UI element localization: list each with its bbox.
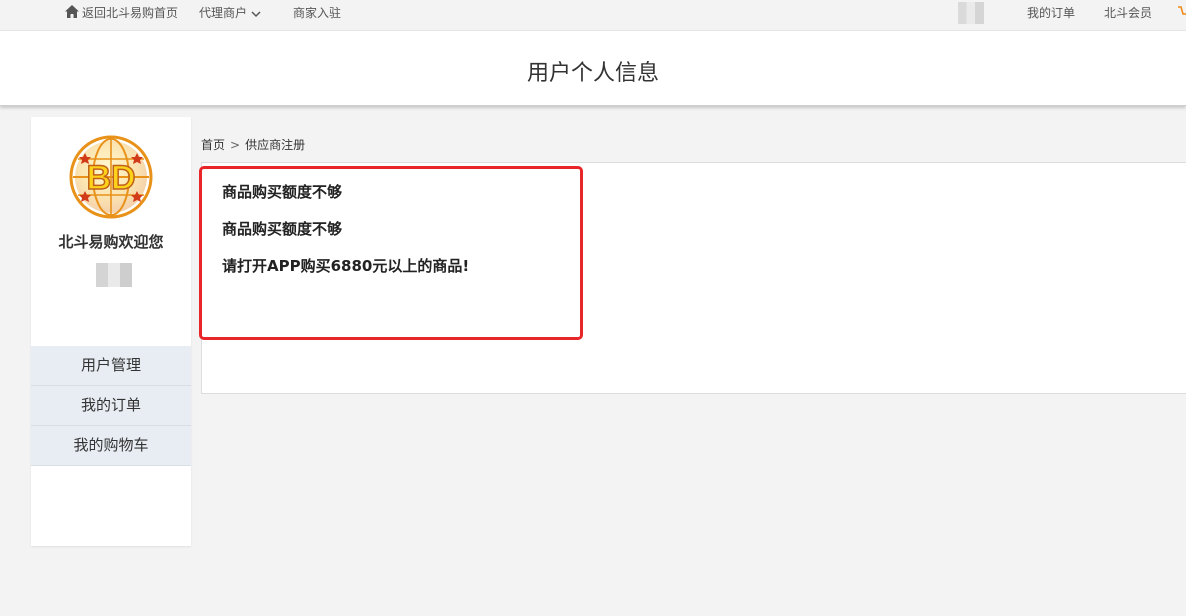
- breadcrumb-current: 供应商注册: [245, 138, 306, 152]
- chevron-down-icon: [251, 1, 261, 27]
- member-link[interactable]: 北斗会员: [1104, 0, 1152, 28]
- sidebar: BD 北斗易购欢迎您 用户管理 我的订单 我的购物车: [31, 117, 191, 546]
- page-header: 用户个人信息: [0, 31, 1186, 106]
- breadcrumb-separator: >: [230, 138, 241, 152]
- home-link-label: 返回北斗易购首页: [82, 6, 179, 20]
- agent-dropdown-label: 代理商户: [199, 6, 248, 20]
- breadcrumb-home[interactable]: 首页: [201, 138, 225, 152]
- merchant-join-link[interactable]: 商家入驻: [293, 0, 341, 28]
- home-icon: [65, 1, 79, 27]
- agent-dropdown[interactable]: 代理商户: [199, 0, 261, 28]
- my-orders-link[interactable]: 我的订单: [1027, 0, 1075, 28]
- my-orders-label: 我的订单: [1027, 6, 1076, 20]
- cart-icon[interactable]: [1178, 6, 1186, 18]
- message-line-3: 请打开APP购买6880元以上的商品!: [222, 257, 470, 275]
- username-blurred: [96, 263, 132, 287]
- home-link[interactable]: 返回北斗易购首页: [65, 0, 178, 28]
- merchant-join-label: 商家入驻: [293, 6, 342, 20]
- page-title: 用户个人信息: [526, 61, 659, 86]
- sidebar-item-my-orders[interactable]: 我的订单: [31, 386, 191, 426]
- sidebar-item-my-cart[interactable]: 我的购物车: [31, 426, 191, 466]
- user-avatar-blurred[interactable]: [958, 2, 984, 24]
- logo-text: BD: [86, 159, 135, 197]
- brand-logo: BD: [69, 135, 153, 219]
- member-link-label: 北斗会员: [1104, 6, 1153, 20]
- message-line-1: 商品购买额度不够: [222, 183, 343, 201]
- sidebar-menu: 用户管理 我的订单 我的购物车: [31, 346, 191, 466]
- breadcrumb: 首页 > 供应商注册: [201, 136, 305, 153]
- top-bar: 返回北斗易购首页 代理商户 商家入驻 我的订单 北斗会员: [0, 0, 1186, 31]
- message-line-2: 商品购买额度不够: [222, 220, 343, 238]
- sidebar-item-user-management[interactable]: 用户管理: [31, 346, 191, 386]
- welcome-text: 北斗易购欢迎您: [58, 233, 164, 251]
